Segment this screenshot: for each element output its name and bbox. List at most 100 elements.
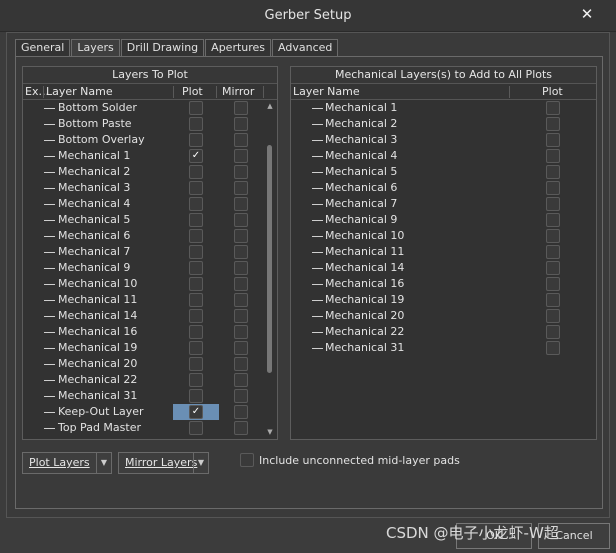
plot-checkbox[interactable] — [546, 101, 560, 115]
plot-checkbox[interactable] — [189, 309, 203, 323]
layer-row[interactable]: Mechanical 2 — [23, 164, 277, 180]
plot-checkbox[interactable] — [189, 245, 203, 259]
plot-checkbox[interactable] — [189, 197, 203, 211]
layer-row[interactable]: Mechanical 20 — [23, 356, 277, 372]
layer-row[interactable]: Top Pad Master — [23, 420, 277, 436]
plot-checkbox[interactable] — [189, 229, 203, 243]
tab-drill-drawing[interactable]: Drill Drawing — [120, 39, 205, 56]
mechanical-layer-row[interactable]: Mechanical 31 — [291, 340, 596, 356]
mirror-checkbox[interactable] — [234, 341, 248, 355]
tab-advanced[interactable]: Advanced — [272, 39, 339, 56]
layer-row[interactable]: Bottom Overlay — [23, 132, 277, 148]
plot-checkbox[interactable] — [189, 165, 203, 179]
layer-row[interactable]: Mechanical 1 ✓ — [23, 148, 277, 164]
mirror-checkbox[interactable] — [234, 181, 248, 195]
mirror-checkbox[interactable] — [234, 261, 248, 275]
mirror-checkbox[interactable] — [234, 357, 248, 371]
mechanical-layer-row[interactable]: Mechanical 14 — [291, 260, 596, 276]
column-plot[interactable]: Plot — [182, 85, 203, 99]
mirror-checkbox[interactable] — [234, 421, 248, 435]
plot-checkbox[interactable] — [189, 421, 203, 435]
tab-layers[interactable]: Layers — [71, 39, 120, 57]
mechanical-layer-row[interactable]: Mechanical 1 — [291, 100, 596, 116]
plot-checkbox[interactable] — [546, 133, 560, 147]
mechanical-layer-row[interactable]: Mechanical 10 — [291, 228, 596, 244]
plot-checkbox[interactable] — [546, 229, 560, 243]
mechanical-layer-row[interactable]: Mechanical 20 — [291, 308, 596, 324]
mechanical-layer-row[interactable]: Mechanical 2 — [291, 116, 596, 132]
layer-row[interactable]: Mechanical 7 — [23, 244, 277, 260]
mirror-checkbox[interactable] — [234, 133, 248, 147]
mechanical-layer-row[interactable]: Mechanical 16 — [291, 276, 596, 292]
mirror-checkbox[interactable] — [234, 277, 248, 291]
mirror-checkbox[interactable] — [234, 245, 248, 259]
mirror-checkbox[interactable] — [234, 101, 248, 115]
column-plot[interactable]: Plot — [542, 85, 563, 99]
plot-checkbox[interactable] — [546, 165, 560, 179]
tab-apertures[interactable]: Apertures — [205, 39, 272, 56]
mirror-checkbox[interactable] — [234, 197, 248, 211]
plot-checkbox[interactable] — [546, 309, 560, 323]
chevron-down-icon[interactable]: ▼ — [193, 453, 208, 473]
plot-checkbox[interactable] — [546, 213, 560, 227]
mechanical-layer-row[interactable]: Mechanical 22 — [291, 324, 596, 340]
layer-row[interactable]: Mechanical 14 — [23, 308, 277, 324]
layer-row[interactable]: Mechanical 10 — [23, 276, 277, 292]
layer-row[interactable]: Mechanical 19 — [23, 340, 277, 356]
mirror-checkbox[interactable] — [234, 165, 248, 179]
plot-checkbox[interactable] — [546, 117, 560, 131]
mirror-checkbox[interactable] — [234, 325, 248, 339]
layer-row[interactable]: Mechanical 3 — [23, 180, 277, 196]
close-icon[interactable]: ✕ — [576, 4, 598, 24]
plot-checkbox[interactable] — [546, 293, 560, 307]
plot-checkbox[interactable] — [546, 149, 560, 163]
layer-row[interactable]: Mechanical 4 — [23, 196, 277, 212]
plot-checkbox[interactable] — [189, 357, 203, 371]
mirror-checkbox[interactable] — [234, 229, 248, 243]
include-unconnected-checkbox[interactable] — [240, 453, 254, 467]
plot-checkbox[interactable] — [546, 277, 560, 291]
layer-row[interactable]: Mechanical 31 — [23, 388, 277, 404]
layer-row[interactable]: Mechanical 6 — [23, 228, 277, 244]
plot-checkbox[interactable] — [546, 341, 560, 355]
mechanical-layer-row[interactable]: Mechanical 7 — [291, 196, 596, 212]
scroll-thumb[interactable] — [267, 145, 272, 373]
plot-checkbox[interactable]: ✓ — [189, 149, 203, 163]
scroll-down-icon[interactable]: ▼ — [265, 427, 275, 437]
plot-checkbox[interactable] — [546, 197, 560, 211]
layer-row[interactable]: Mechanical 9 — [23, 260, 277, 276]
plot-checkbox[interactable] — [189, 213, 203, 227]
plot-checkbox[interactable] — [189, 117, 203, 131]
layer-row[interactable]: Mechanical 11 — [23, 292, 277, 308]
plot-checkbox[interactable] — [189, 341, 203, 355]
mirror-checkbox[interactable] — [234, 389, 248, 403]
plot-checkbox[interactable] — [189, 293, 203, 307]
mirror-checkbox[interactable] — [234, 405, 248, 419]
plot-checkbox[interactable] — [546, 325, 560, 339]
plot-checkbox[interactable] — [189, 261, 203, 275]
layers-scrollbar[interactable]: ▲ ▼ — [265, 101, 275, 437]
plot-checkbox[interactable] — [189, 101, 203, 115]
mirror-checkbox[interactable] — [234, 213, 248, 227]
layer-row[interactable]: Mechanical 16 — [23, 324, 277, 340]
column-mirror[interactable]: Mirror — [222, 85, 254, 99]
mirror-checkbox[interactable] — [234, 293, 248, 307]
scroll-up-icon[interactable]: ▲ — [265, 101, 275, 111]
mechanical-layer-row[interactable]: Mechanical 9 — [291, 212, 596, 228]
mechanical-layer-row[interactable]: Mechanical 19 — [291, 292, 596, 308]
layer-row[interactable]: Keep-Out Layer ✓ — [23, 404, 277, 420]
tab-general[interactable]: General — [15, 39, 71, 56]
plot-checkbox[interactable] — [546, 245, 560, 259]
plot-checkbox[interactable] — [189, 277, 203, 291]
mechanical-layer-row[interactable]: Mechanical 5 — [291, 164, 596, 180]
mirror-checkbox[interactable] — [234, 373, 248, 387]
plot-checkbox[interactable] — [189, 373, 203, 387]
column-layer-name[interactable]: Layer Name — [46, 85, 113, 99]
plot-checkbox[interactable] — [189, 389, 203, 403]
layer-row[interactable]: Mechanical 5 — [23, 212, 277, 228]
mechanical-layer-row[interactable]: Mechanical 3 — [291, 132, 596, 148]
column-layer-name[interactable]: Layer Name — [293, 85, 360, 99]
plot-checkbox[interactable]: ✓ — [189, 405, 203, 419]
layer-row[interactable]: Bottom Paste — [23, 116, 277, 132]
layer-row[interactable]: Bottom Solder — [23, 100, 277, 116]
